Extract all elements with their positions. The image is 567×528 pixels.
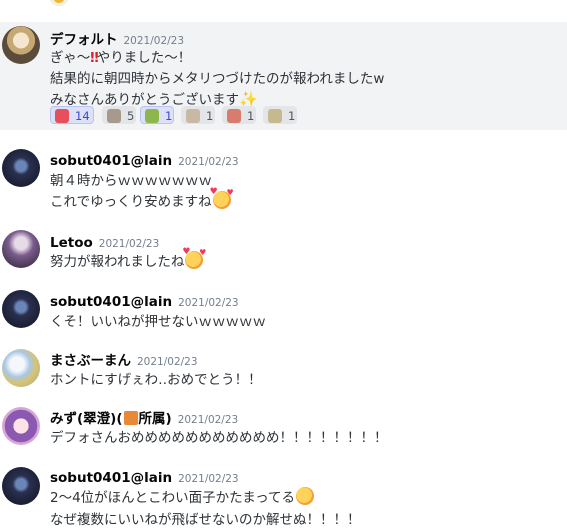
message-text: みなさんありがとうございます✨ bbox=[50, 90, 258, 108]
message-text: なぜ複数にいいねが飛ばせないのか解せぬ！！！！ bbox=[50, 512, 361, 528]
avatar[interactable] bbox=[2, 290, 40, 328]
message-text: くそ！いいねが押せないｗｗｗｗｗ bbox=[50, 314, 266, 330]
message-text: 2～4位がほんとこわい面子かたまってる bbox=[50, 486, 315, 506]
avatar[interactable] bbox=[2, 26, 40, 64]
message-text: ぎゃ～‼やりました～！ bbox=[50, 50, 192, 66]
timestamp: 2021/02/23 bbox=[178, 156, 239, 168]
message-item: sobut0401@lain 2021/02/23 2～4位がほんとこわい面子かた… bbox=[0, 464, 567, 528]
sticker-icon bbox=[145, 109, 159, 123]
message-item: sobut0401@lain 2021/02/23 朝４時からｗｗｗｗｗｗｗ これ… bbox=[0, 146, 567, 216]
relieved-face-icon bbox=[296, 487, 315, 505]
avatar[interactable] bbox=[2, 407, 40, 445]
timestamp: 2021/02/23 bbox=[177, 414, 239, 426]
message-item: まさぶーまん 2021/02/23 ホントにすげぇわ‥おめでとう！！ bbox=[0, 346, 567, 390]
timestamp: 2021/02/23 bbox=[178, 473, 239, 485]
author-name[interactable]: Letoo bbox=[50, 235, 93, 251]
reaction-sticker[interactable]: 1 bbox=[140, 106, 174, 124]
trophy-icon bbox=[107, 109, 121, 123]
message-item: デフォルト 2021/02/23 ぎゃ～‼やりました～！ 結果的に朝四時からメタリ… bbox=[0, 22, 567, 130]
author-name[interactable]: まさぶーまん bbox=[50, 353, 131, 369]
sticker-icon bbox=[186, 109, 200, 123]
message-text: デフォさんおめめめめめめめめめめめ！！！！！！！！ bbox=[50, 430, 388, 446]
message-text: これでゆっくり安めますね bbox=[50, 187, 234, 210]
sticker-icon bbox=[268, 109, 282, 123]
message-item: Letoo 2021/02/23 努力が報われましたね bbox=[0, 228, 567, 278]
gift-icon bbox=[123, 411, 138, 425]
author-name[interactable]: sobut0401@lain bbox=[50, 294, 172, 310]
avatar[interactable] bbox=[2, 230, 40, 268]
message-text: 結果的に朝四時からメタリつづけたのが報われましたw bbox=[50, 71, 385, 87]
author-name[interactable]: sobut0401@lain bbox=[50, 470, 172, 486]
avatar[interactable] bbox=[2, 149, 40, 187]
timestamp: 2021/02/23 bbox=[178, 297, 239, 309]
avatar[interactable] bbox=[2, 467, 40, 505]
message-text: 努力が報われましたね bbox=[50, 247, 206, 270]
timestamp: 2021/02/23 bbox=[98, 238, 160, 250]
author-name[interactable]: みず(翠澄)(所属) bbox=[50, 411, 172, 427]
reaction-sticker[interactable]: 1 bbox=[263, 106, 297, 124]
message-item: みず(翠澄)(所属) 2021/02/23 デフォさんおめめめめめめめめめめめ！！… bbox=[0, 404, 567, 448]
previous-message-reaction-icon bbox=[50, 0, 68, 6]
message-item: sobut0401@lain 2021/02/23 くそ！いいねが押せないｗｗｗｗ… bbox=[0, 288, 567, 332]
smiling-face-with-hearts-icon bbox=[182, 247, 206, 269]
author-name[interactable]: sobut0401@lain bbox=[50, 153, 172, 169]
smiling-face-with-hearts-icon bbox=[210, 187, 234, 209]
reaction-party-popper[interactable]: 14 bbox=[50, 106, 94, 124]
sticker-icon bbox=[227, 109, 241, 123]
timestamp: 2021/02/23 bbox=[137, 356, 198, 368]
message-text: 朝４時からｗｗｗｗｗｗｗ bbox=[50, 173, 212, 189]
reaction-sticker[interactable]: 1 bbox=[181, 106, 215, 124]
message-text: ホントにすげぇわ‥おめでとう！！ bbox=[50, 372, 262, 388]
party-popper-icon bbox=[55, 109, 69, 123]
reaction-sticker[interactable]: 1 bbox=[222, 106, 256, 124]
avatar[interactable] bbox=[2, 349, 40, 387]
reaction-trophy[interactable]: 5 bbox=[102, 106, 136, 124]
